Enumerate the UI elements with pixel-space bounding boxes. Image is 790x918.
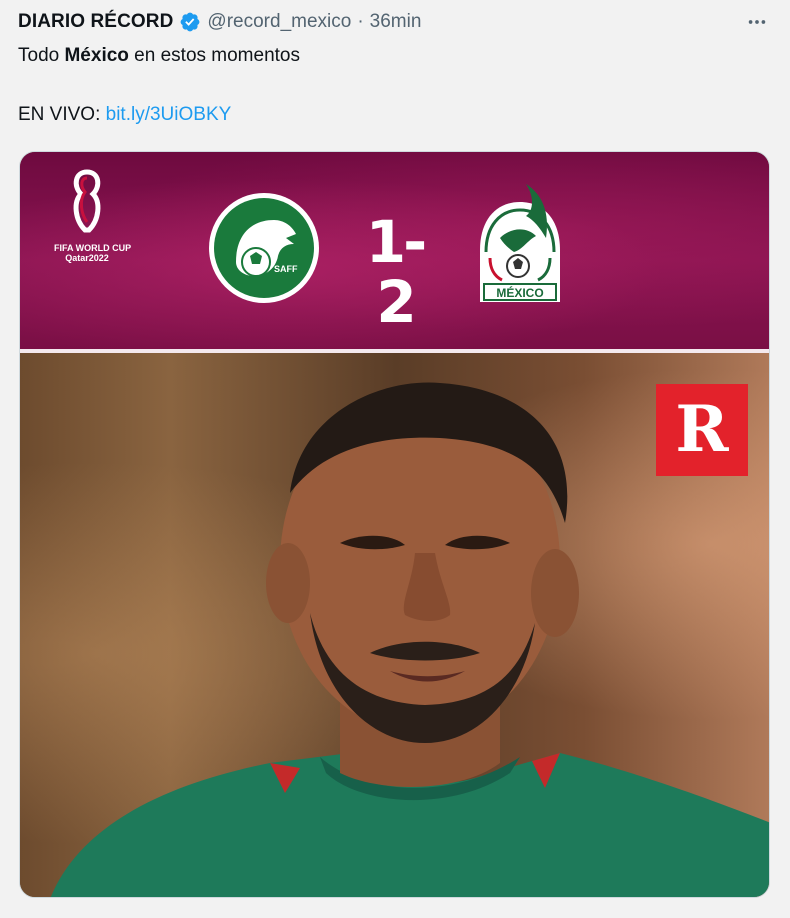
saudi-team-crest: SAFF xyxy=(208,192,320,304)
scoreboard-banner: FIFA WORLD CUP Qatar2022 SAFF 1-2 MÉXICO xyxy=(20,152,769,349)
world-cup-edition: Qatar2022 xyxy=(65,253,109,263)
tweet-text-part1: Todo xyxy=(18,45,65,66)
author-name[interactable]: DIARIO RÉCORD xyxy=(18,11,173,33)
tweet-media-image[interactable]: FIFA WORLD CUP Qatar2022 SAFF 1-2 MÉXICO… xyxy=(19,151,770,898)
match-score: 1-2 xyxy=(365,208,427,336)
record-brand-logo: R xyxy=(656,384,748,476)
tweet-text: Todo México en estos momentos xyxy=(18,44,300,68)
tweet-header: DIARIO RÉCORD @record_mexico · 36min xyxy=(18,9,772,35)
world-cup-logo: FIFA WORLD CUP Qatar2022 xyxy=(54,168,132,268)
author-handle[interactable]: @record_mexico xyxy=(207,11,351,33)
verified-badge-icon xyxy=(179,11,201,33)
saudi-badge-text: SAFF xyxy=(274,264,298,274)
tweet-text-part2: en estos momentos xyxy=(128,45,300,66)
live-link[interactable]: bit.ly/3UiOBKY xyxy=(106,104,232,125)
mexico-team-crest: MÉXICO xyxy=(470,180,570,310)
tweet-card: DIARIO RÉCORD @record_mexico · 36min Tod… xyxy=(0,0,790,918)
tweet-text-bold: México xyxy=(64,45,129,66)
post-time[interactable]: 36min xyxy=(370,11,422,33)
world-cup-trophy-icon xyxy=(73,169,101,233)
tweet-live-line: EN VIVO: bit.ly/3UiOBKY xyxy=(18,103,231,127)
reaction-photo: R xyxy=(20,353,769,897)
more-options-icon[interactable] xyxy=(742,7,772,37)
brand-letter: R xyxy=(675,392,729,467)
live-label: EN VIVO: xyxy=(18,104,106,125)
mexico-badge-text: MÉXICO xyxy=(496,285,543,300)
separator-dot: · xyxy=(357,11,364,32)
world-cup-title: FIFA WORLD CUP xyxy=(54,243,132,253)
